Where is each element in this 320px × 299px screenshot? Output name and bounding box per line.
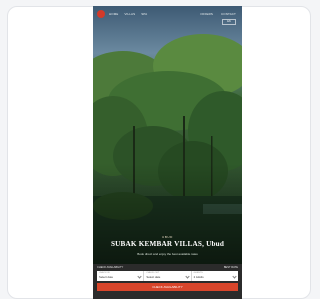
check-in-field[interactable]: CHECK IN Select date: [97, 271, 145, 281]
booking-rate-note: BEST RATE: [223, 266, 238, 269]
nav-item-spa[interactable]: SPA: [141, 12, 147, 16]
check-in-label: CHECK IN: [99, 272, 110, 274]
top-navigation: HOME VILLAS SPA OFFERS CONTACT EN: [93, 6, 242, 25]
nav-menu: HOME VILLAS SPA: [109, 12, 147, 16]
guests-label: GUESTS: [193, 272, 203, 274]
guests-field[interactable]: GUESTS 2 Adults: [192, 271, 238, 281]
hero-title: SUBAK KEMBAR VILLAS, Ubud: [110, 240, 225, 248]
hero-image: [93, 6, 242, 268]
language-selector[interactable]: EN: [222, 19, 236, 25]
booking-heading: CHECK AVAILABILITY: [97, 266, 124, 269]
website-preview: HOME VILLAS SPA OFFERS CONTACT EN UBUD S…: [93, 6, 242, 299]
check-availability-button[interactable]: CHECK AVAILABILITY: [97, 283, 238, 291]
nav-item-home[interactable]: HOME: [109, 12, 118, 16]
jungle-photo: [93, 6, 242, 268]
check-in-value: Select date: [99, 275, 113, 279]
nav-item-villas[interactable]: VILLAS: [124, 12, 135, 16]
check-out-label: CHECK OUT: [146, 272, 160, 274]
booking-widget: CHECK AVAILABILITY BEST RATE CHECK IN Se…: [93, 264, 242, 299]
brand-logo[interactable]: [97, 10, 105, 18]
nav-item-contact[interactable]: CONTACT: [221, 12, 236, 16]
check-out-field[interactable]: CHECK OUT Select date: [144, 271, 192, 281]
nav-secondary: OFFERS CONTACT: [200, 12, 236, 16]
hero-eyebrow: UBUD: [162, 235, 173, 239]
hero-subtitle: Book direct and enjoy the best available…: [137, 252, 198, 256]
guests-value: 2 Adults: [193, 275, 204, 279]
booking-fields: CHECK IN Select date CHECK OUT Select da…: [97, 271, 238, 281]
check-out-value: Select date: [146, 275, 161, 279]
nav-item-offers[interactable]: OFFERS: [200, 12, 213, 16]
booking-header: CHECK AVAILABILITY BEST RATE: [97, 266, 238, 270]
